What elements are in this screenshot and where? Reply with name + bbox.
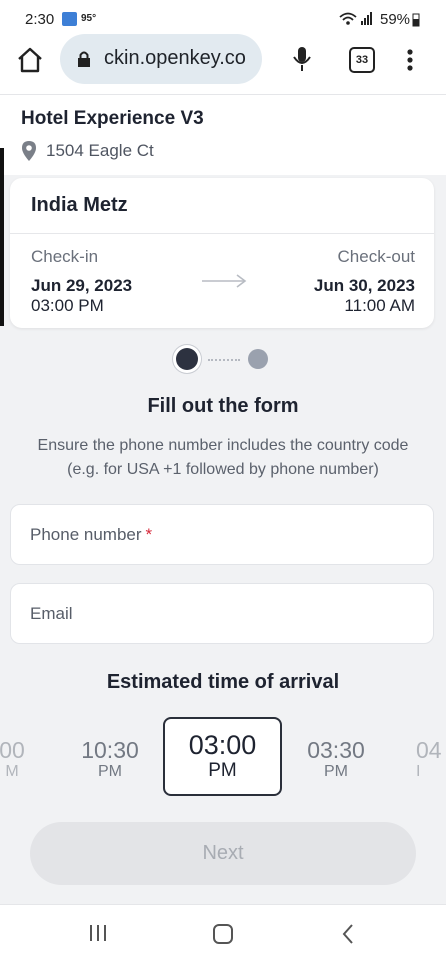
more-vert-icon[interactable] (405, 47, 415, 73)
status-bar: 2:30 95° 59% (0, 0, 446, 36)
time-slot-time: 10:30 (81, 737, 139, 763)
card-divider (10, 233, 434, 234)
home-icon[interactable] (16, 47, 44, 73)
time-slot-time: 03:00 (188, 730, 257, 760)
check-in-date: Jun 29, 2023 (31, 276, 133, 295)
status-temperature: 95° (81, 13, 97, 24)
time-slot-period: PM (324, 763, 348, 780)
required-asterisk: * (145, 525, 153, 544)
microphone-icon[interactable] (291, 45, 313, 73)
side-edge-handle[interactable] (0, 148, 4, 326)
step-2-indicator (248, 349, 268, 369)
email-label: Email (30, 604, 73, 623)
phone-label-text: Phone number (30, 525, 142, 544)
weather-app-icon (62, 12, 77, 26)
time-slot-period: I (416, 763, 421, 780)
guest-name: India Metz (31, 194, 128, 216)
time-slot-time: 00 (0, 737, 25, 763)
time-slot[interactable]: 03:30 PM (302, 737, 370, 781)
url-text[interactable]: ckin.openkey.co (104, 47, 246, 70)
wifi-signal-icon (339, 12, 372, 25)
time-slot[interactable]: 00 M (0, 737, 32, 781)
back-icon[interactable] (341, 923, 355, 945)
hotel-header (0, 95, 446, 175)
status-time: 2:30 (25, 11, 55, 28)
check-out-label: Check-out (337, 247, 415, 266)
tab-switcher-button[interactable]: 33 (349, 47, 375, 73)
phone-number-label: Phone number * (30, 525, 152, 545)
location-pin-icon (22, 141, 36, 161)
email-field[interactable] (10, 583, 434, 644)
time-slot-period: PM (98, 763, 122, 780)
recent-apps-icon[interactable] (88, 924, 108, 942)
battery-icon (412, 13, 420, 27)
time-slot-selected[interactable]: 03:00 PM (163, 717, 282, 796)
home-nav-icon[interactable] (212, 923, 234, 945)
check-out-time: 11:00 AM (344, 296, 415, 315)
battery-percent: 59% (380, 11, 411, 28)
time-slot[interactable]: 04 I (416, 737, 446, 781)
lock-icon (78, 51, 90, 67)
time-slot-period: M (5, 763, 19, 780)
hotel-name: Hotel Experience V3 (21, 108, 204, 129)
form-subtitle: Ensure the phone number includes the cou… (37, 437, 409, 478)
check-in-time: 03:00 PM (31, 296, 104, 315)
time-slot[interactable]: 10:30 PM (76, 737, 144, 781)
arrival-title: Estimated time of arrival (106, 671, 340, 693)
check-out-date: Jun 30, 2023 (313, 276, 415, 295)
arrow-right-icon (202, 274, 247, 288)
step-1-indicator (176, 348, 198, 370)
form-title: Fill out the form (147, 395, 299, 417)
next-button[interactable]: Next (30, 822, 416, 885)
check-in-label: Check-in (31, 247, 99, 266)
time-slot-time: 04 (416, 737, 442, 763)
time-slot-time: 03:30 (307, 737, 365, 763)
step-connector (208, 359, 240, 361)
time-slot-period: PM (208, 760, 237, 781)
hotel-address: 1504 Eagle Ct (46, 141, 154, 160)
